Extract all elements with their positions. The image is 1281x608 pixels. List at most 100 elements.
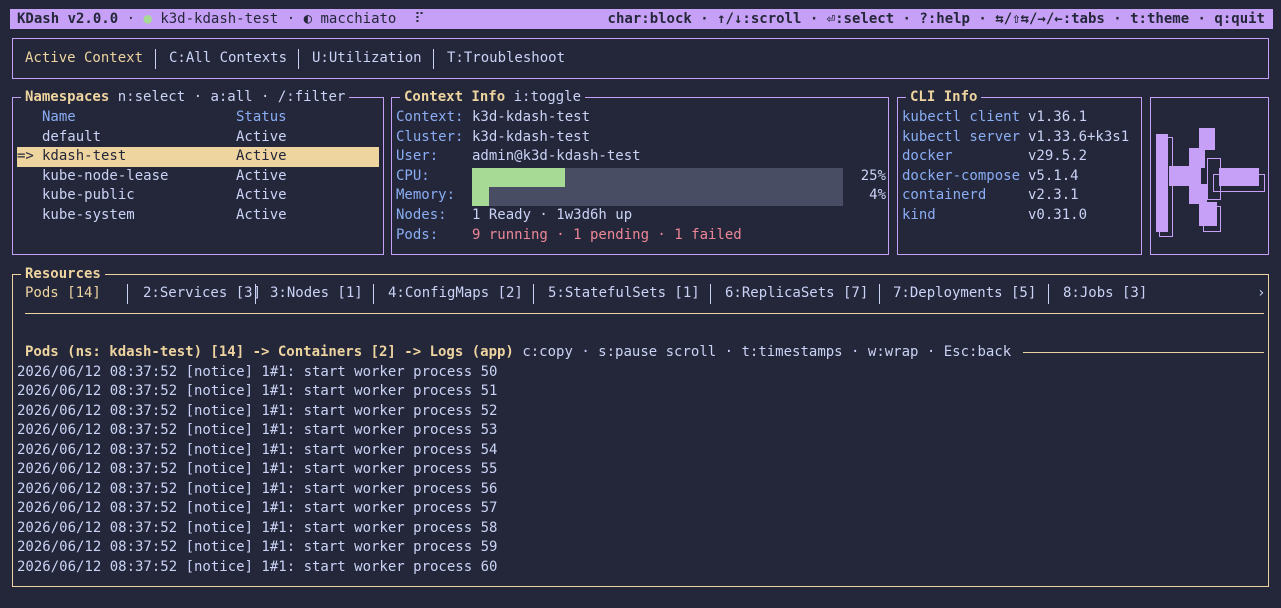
theme-icon: ◐ <box>303 11 313 27</box>
namespace-name[interactable]: kube-public <box>42 186 135 206</box>
row-cursor-icon: => <box>17 148 34 164</box>
theme-name: macchiato <box>312 11 397 27</box>
logs-header: Pods (ns: kdash-test) [14] -> Containers… <box>25 343 1018 363</box>
tab-divider <box>255 284 256 304</box>
namespace-name[interactable]: default <box>42 128 101 148</box>
namespace-status: Active <box>236 129 287 145</box>
panel-title: Context Info <box>404 89 506 105</box>
tab-divider <box>433 49 434 69</box>
memory-gauge-fill <box>472 187 489 206</box>
status-dot-icon: ● <box>143 11 152 27</box>
namespace-name[interactable]: kdash-test <box>42 147 126 167</box>
cpu-gauge-fill <box>472 168 565 187</box>
cli-version: v2.3.1 <box>1028 187 1079 203</box>
cli-name: kubectl server <box>902 129 1021 145</box>
namespace-name[interactable]: kube-system <box>42 206 135 226</box>
log-line: 2026/06/12 08:37:52 [notice] 1#1: start … <box>17 539 498 555</box>
namespace-status: Active <box>236 187 287 203</box>
tab-divider <box>155 49 156 69</box>
memory-label: Memory: <box>396 187 456 203</box>
pods-label: Pods: <box>396 227 439 243</box>
title-bar: KDash v2.0.0 · ● k3d-kdash-test · ◐ macc… <box>10 9 1273 29</box>
resources-title: Resources <box>21 265 105 284</box>
spinner-icon: ⠏ <box>414 11 425 27</box>
tab-configmaps[interactable]: 4:ConfigMaps [2] <box>388 284 523 304</box>
keybinding-hints: char:block · ↑/↓:scroll · ⏎:select · ?:h… <box>607 11 1265 27</box>
cpu-percent: 25% <box>860 168 886 184</box>
current-context: k3d-kdash-test <box>151 11 279 27</box>
separator: · <box>118 11 144 27</box>
context-info-title: Context Info i:toggle <box>400 88 586 107</box>
panel-hints: i:toggle <box>513 89 582 105</box>
namespace-status: Active <box>236 148 287 164</box>
tab-divider <box>298 49 299 69</box>
cli-version: v5.1.4 <box>1028 168 1079 184</box>
tab-pods[interactable]: Pods [14] <box>25 284 101 304</box>
kdash-logo-panel <box>1150 97 1269 255</box>
log-line: 2026/06/12 08:37:52 [notice] 1#1: start … <box>17 364 498 380</box>
cli-name: kind <box>902 207 936 223</box>
log-line: 2026/06/12 08:37:52 [notice] 1#1: start … <box>17 403 498 419</box>
log-line: 2026/06/12 08:37:52 [notice] 1#1: start … <box>17 383 498 399</box>
pods-value: 9 running · 1 pending · 1 failed <box>472 227 742 243</box>
cluster-value: k3d-kdash-test <box>472 129 591 145</box>
cpu-label: CPU: <box>396 168 430 184</box>
tab-deployments[interactable]: 7:Deployments [5] <box>893 284 1036 304</box>
nodes-value: 1 Ready · 1w3d6h up <box>472 207 633 223</box>
tab-services[interactable]: 2:Services [3] <box>143 284 261 304</box>
cli-name: docker-compose <box>902 168 1021 184</box>
app-name: KDash v2.0.0 <box>17 11 119 27</box>
tab-replicasets[interactable]: 6:ReplicaSets [7] <box>725 284 868 304</box>
logs-title-line <box>1023 352 1264 353</box>
cli-info-title: CLI Info <box>906 88 982 107</box>
nodes-label: Nodes: <box>396 207 447 223</box>
memory-gauge <box>472 187 843 206</box>
title-left: KDash v2.0.0 · ● k3d-kdash-test · ◐ macc… <box>17 9 425 29</box>
namespaces-title: Namespaces n:select · a:all · /:filter <box>21 88 350 107</box>
cli-name: containerd <box>902 187 987 203</box>
panel-title: CLI Info <box>910 89 978 105</box>
cluster-label: Cluster: <box>396 129 464 145</box>
cli-version: v0.31.0 <box>1028 207 1088 223</box>
log-line: 2026/06/12 08:37:52 [notice] 1#1: start … <box>17 500 498 516</box>
column-header-status[interactable]: Status <box>236 108 287 128</box>
log-line: 2026/06/12 08:37:52 [notice] 1#1: start … <box>17 481 498 497</box>
cli-version: v1.33.6+k3s1 <box>1028 129 1130 145</box>
tab-all-contexts[interactable]: C:All Contexts <box>169 49 287 69</box>
user-value: admin@k3d-kdash-test <box>472 148 641 164</box>
cli-name: docker <box>902 148 953 164</box>
tab-divider <box>1048 284 1049 304</box>
log-line: 2026/06/12 08:37:52 [notice] 1#1: start … <box>17 520 498 536</box>
context-label: Context: <box>396 109 464 125</box>
tab-troubleshoot[interactable]: T:Troubleshoot <box>447 49 565 69</box>
logs-hints: c:copy · s:pause scroll · t:timestamps ·… <box>522 344 1012 360</box>
tab-nodes[interactable]: 3:Nodes [1] <box>270 284 363 304</box>
logs-breadcrumb: Pods (ns: kdash-test) [14] -> Containers… <box>25 344 514 360</box>
tab-statefulsets[interactable]: 5:StatefulSets [1] <box>548 284 700 304</box>
resources-panel: Resources Pods [14] 2:Services [3] 3:Nod… <box>12 265 1269 587</box>
tab-divider <box>533 284 534 304</box>
log-line: 2026/06/12 08:37:52 [notice] 1#1: start … <box>17 559 498 575</box>
panel-hints: n:select · a:all · /:filter <box>117 89 346 105</box>
log-line: 2026/06/12 08:37:52 [notice] 1#1: start … <box>17 442 498 458</box>
log-line: 2026/06/12 08:37:52 [notice] 1#1: start … <box>17 422 498 438</box>
tab-divider <box>879 284 880 304</box>
namespace-status: Active <box>236 168 287 184</box>
tab-utilization[interactable]: U:Utilization <box>312 49 422 69</box>
tabs-more-icon[interactable]: › <box>1257 284 1265 304</box>
column-header-name[interactable]: Name <box>42 108 76 128</box>
tabs-divider-line <box>25 313 1264 314</box>
context-value: k3d-kdash-test <box>472 109 591 125</box>
namespace-status: Active <box>236 207 287 223</box>
memory-percent: 4% <box>869 187 886 203</box>
cli-name: kubectl client <box>902 109 1021 125</box>
namespace-name[interactable]: kube-node-lease <box>42 167 168 187</box>
separator: · <box>278 11 304 27</box>
cli-info-panel: CLI Info kubectl client v1.36.1 kubectl … <box>897 88 1142 255</box>
tab-divider <box>127 284 128 304</box>
tab-jobs[interactable]: 8:Jobs [3] <box>1063 284 1147 304</box>
panel-title: Namespaces <box>25 89 110 105</box>
tab-active-context[interactable]: Active Context <box>25 49 143 69</box>
cli-version: v1.36.1 <box>1028 109 1088 125</box>
user-label: User: <box>396 148 439 164</box>
